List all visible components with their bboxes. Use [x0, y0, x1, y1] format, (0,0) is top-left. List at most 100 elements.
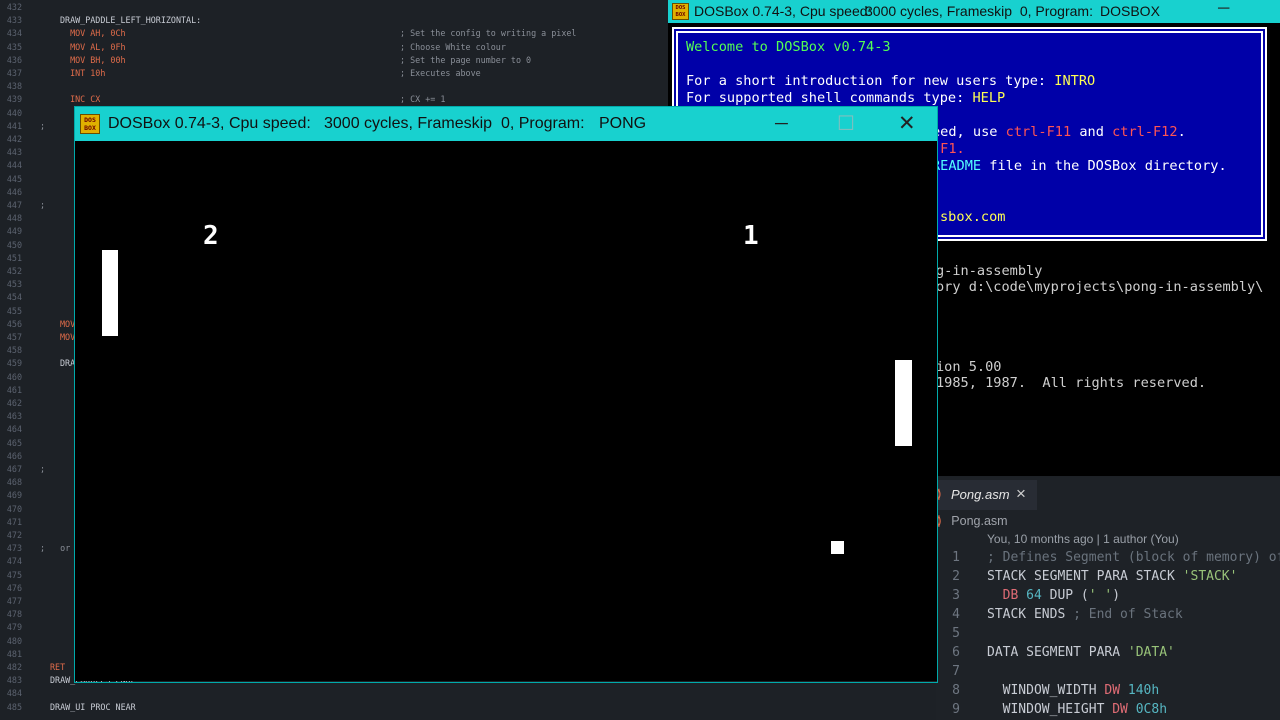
window-title-cycles: 3000 cycles, Frameskip 0, Program: [865, 3, 1093, 19]
window-title-program: PONG [599, 115, 647, 132]
editor-line[interactable]: 439 INC CX ; CX += 1 [0, 93, 670, 106]
code-line[interactable]: STACK ENDS ; End of Stack [987, 607, 1183, 622]
line-number: 445 [6, 173, 22, 184]
line-number: 433 [6, 15, 22, 26]
editor-line[interactable]: 436 MOV BH, 00h ; Set the page number to … [0, 54, 670, 67]
line-number: 438 [6, 81, 22, 92]
editor-line[interactable]: 438 [0, 80, 670, 93]
line-number: 467 [6, 464, 22, 474]
window-title-program: DOSBOX [1100, 3, 1160, 19]
line-number: 437 [6, 68, 22, 78]
editor-line[interactable]: 485 DRAW_UI PROC NEAR [0, 701, 670, 714]
code-comment: ; CX += 1 [400, 94, 446, 105]
line-number: 6 [952, 645, 960, 660]
dosbox-shell-titlebar[interactable]: DOS BOX DOSBox 0.74-3, Cpu speed: 3000 c… [668, 0, 1280, 23]
line-number: 461 [6, 384, 22, 395]
line-number: 466 [6, 450, 22, 461]
code-line[interactable]: DB 64 DUP (' ') [987, 588, 1120, 603]
line-number: 8 [952, 683, 960, 698]
line-number: 460 [6, 371, 22, 382]
code-line[interactable]: WINDOW_HEIGHT DW 0C8h [987, 702, 1167, 717]
code-line[interactable]: STACK SEGMENT PARA STACK 'STACK' [987, 569, 1237, 584]
minimize-button[interactable]: ─ [1218, 0, 1229, 18]
code-text: DRAW_UI PROC NEAR [50, 701, 136, 712]
paddle-right [895, 360, 912, 446]
line-number: 451 [6, 252, 22, 263]
line-number: 447 [6, 200, 22, 210]
line-number: 440 [6, 107, 22, 118]
maximize-button[interactable]: ☐ [837, 111, 855, 136]
line-number: 435 [6, 41, 22, 52]
code-text: ; or [40, 543, 71, 554]
editor-line[interactable]: 433 DRAW_PADDLE_LEFT_HORIZONTAL: [0, 14, 670, 27]
code-line[interactable]: DATA SEGMENT PARA 'DATA' [987, 645, 1175, 660]
dosbox-pong-titlebar[interactable]: DOS BOX DOSBox 0.74-3, Cpu speed: 3000 c… [75, 107, 937, 141]
line-number: 480 [6, 635, 22, 646]
line-number: 441 [6, 120, 22, 131]
line-number: 476 [6, 582, 22, 593]
shell-output-line: ory d:\code\myprojects\pong-in-assembly\ [936, 279, 1264, 295]
code-text: RET [50, 662, 66, 672]
line-number: 477 [6, 596, 22, 606]
code-text: INC CX [60, 94, 101, 105]
line-number: 2 [952, 569, 960, 584]
line-number: 454 [6, 292, 22, 303]
line-number: 484 [6, 688, 22, 699]
line-number: 463 [6, 411, 22, 422]
shell-output-line: 1985, 1987. All rights reserved. [936, 375, 1207, 391]
line-number: 459 [6, 358, 22, 369]
pong-game-screen[interactable]: 2 1 [75, 141, 937, 681]
line-number: 485 [6, 701, 22, 712]
code-text: MOV [60, 318, 76, 329]
git-blame-annotation[interactable]: You, 10 months ago | 1 author (You) [987, 532, 1179, 546]
minimize-button[interactable]: ─ [775, 113, 788, 134]
line-number: 471 [6, 516, 22, 527]
window-title-app: DOSBox 0.74-3, Cpu speed: [108, 115, 311, 132]
dosbox-app-icon: DOS BOX [672, 3, 689, 20]
line-number: 1 [952, 550, 960, 565]
line-number: 439 [6, 94, 22, 105]
code-text: MOV BH, 00h [60, 54, 126, 65]
editor-line[interactable]: 484 [0, 687, 670, 700]
breadcrumb[interactable]: ≬ Pong.asm [936, 513, 1008, 528]
dosbox-pong-window[interactable]: DOS BOX DOSBox 0.74-3, Cpu speed: 3000 c… [75, 107, 937, 682]
line-number: 453 [6, 279, 22, 290]
score-right: 1 [743, 221, 759, 251]
breadcrumb-file[interactable]: Pong.asm [951, 514, 1007, 528]
website-line: sbox.com [940, 209, 1006, 225]
line-number: 442 [6, 134, 22, 144]
code-text: MOV AL, 0Fh [60, 41, 126, 52]
line-number: 464 [6, 424, 22, 435]
ball [831, 541, 844, 554]
line-number: 4 [952, 607, 960, 622]
editor-tab-pong-asm[interactable]: ≬ Pong.asm × [936, 480, 1037, 511]
line-number: 472 [6, 530, 22, 540]
line-number: 436 [6, 54, 22, 65]
tab-close-icon[interactable]: × [1016, 484, 1026, 504]
line-number: 481 [6, 648, 22, 659]
code-comment: ; Set the page number to 0 [400, 54, 532, 65]
close-button[interactable]: ✕ [898, 111, 916, 136]
score-left: 2 [203, 221, 219, 251]
editor-line[interactable]: 434 MOV AH, 0Ch ; Set the config to writi… [0, 27, 670, 40]
editor-line[interactable]: 435 MOV AL, 0Fh ; Choose White colour [0, 41, 670, 54]
line-number: 450 [6, 239, 22, 250]
speed-line: eed, use ctrl-F11 and ctrl-F12. [932, 124, 1186, 140]
line-number: 474 [6, 556, 22, 567]
shell-output-line: g-in-assembly [936, 263, 1043, 279]
code-text: INT 10h [60, 68, 106, 78]
code-editor-pane[interactable]: ≬ Pong.asm × ≬ Pong.asm You, 10 months a… [936, 477, 1280, 720]
editor-line[interactable]: 437 INT 10h ; Executes above [0, 67, 670, 80]
code-line[interactable]: ; Defines Segment (block of memory) of [987, 550, 1280, 565]
intro-line: For a short introduction for new users t… [686, 73, 1096, 89]
line-number: 465 [6, 437, 22, 448]
line-number: 3 [952, 588, 960, 603]
code-text: DRA [60, 358, 76, 369]
line-number: 469 [6, 490, 22, 501]
editor-line[interactable]: 432 [0, 1, 670, 14]
code-text: ; [40, 120, 46, 131]
code-text: MOV [60, 332, 76, 342]
code-line[interactable]: WINDOW_WIDTH DW 140h [987, 683, 1160, 698]
welcome-text: Welcome to DOSBox v0.74-3 [686, 39, 891, 55]
help-line: For supported shell commands type: HELP [686, 90, 1006, 106]
